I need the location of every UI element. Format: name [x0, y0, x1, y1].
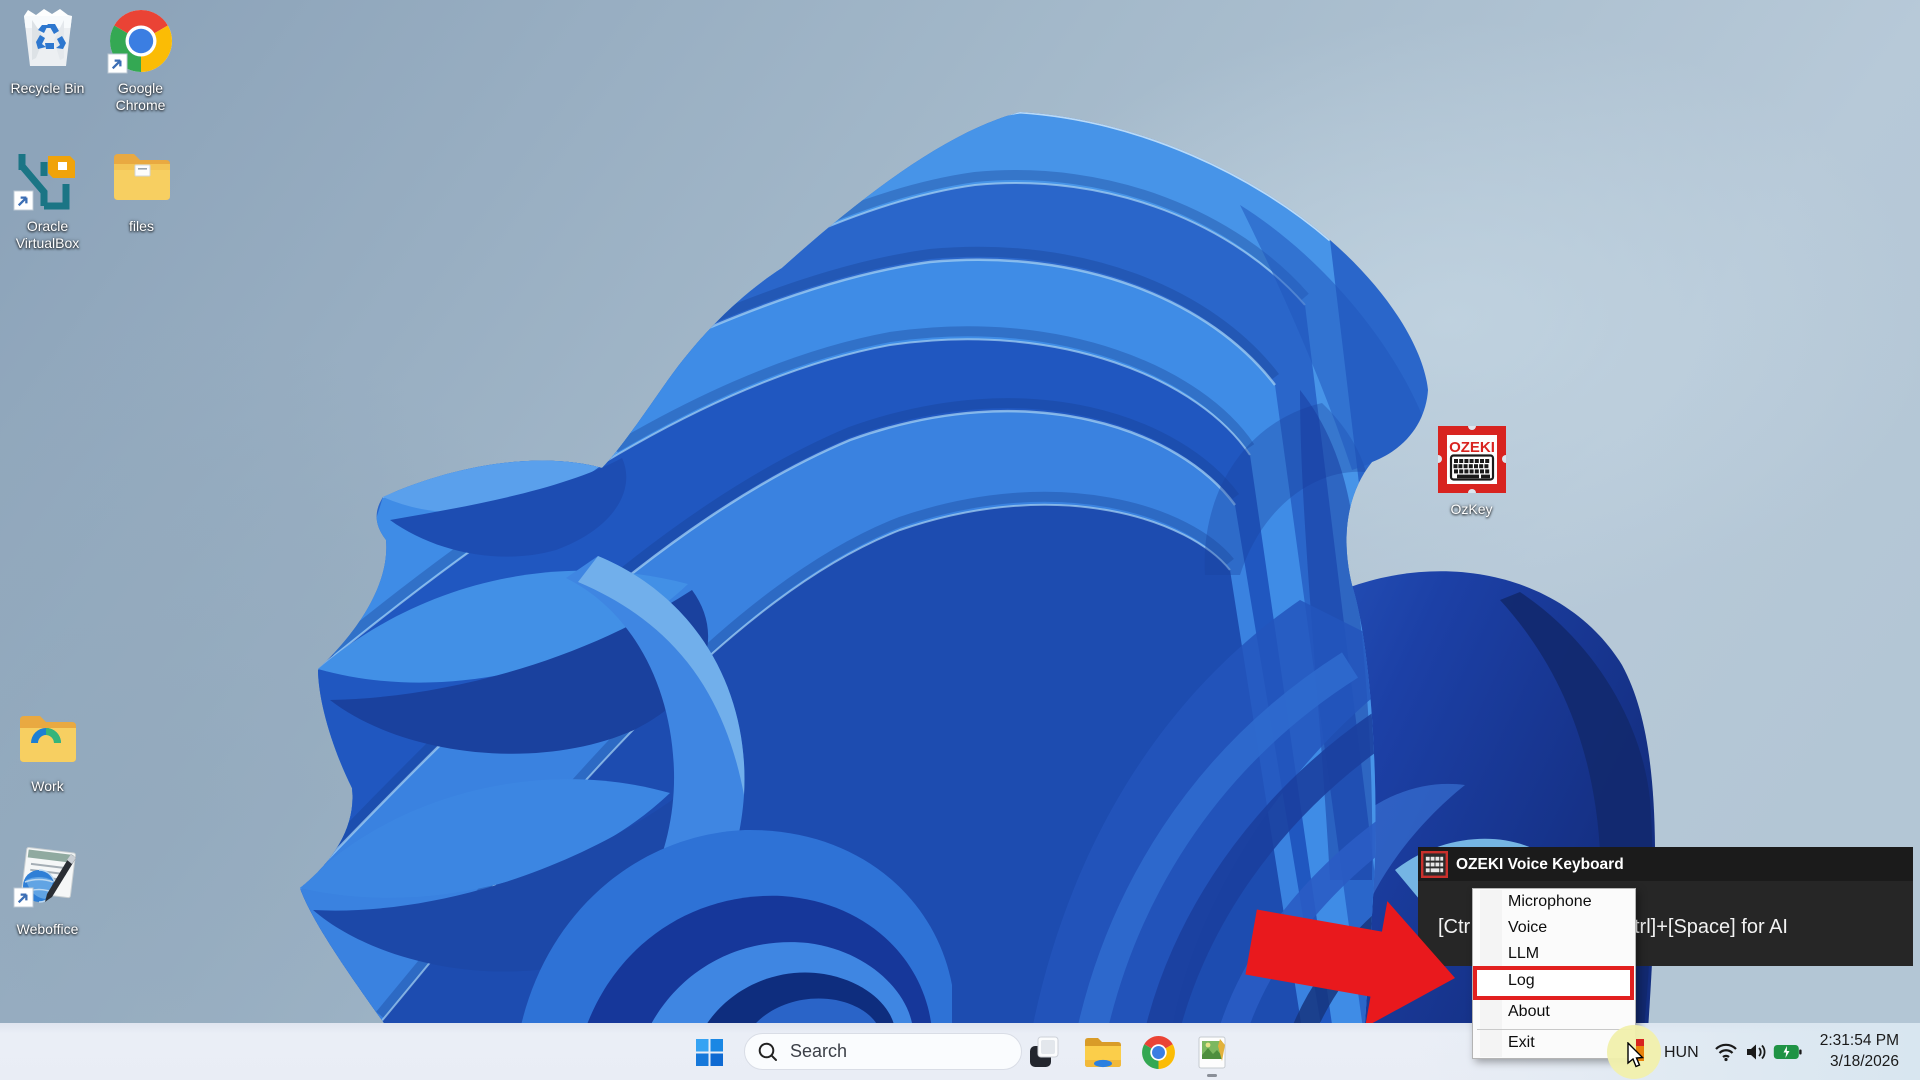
svg-text:OZEKI: OZEKI: [1449, 439, 1495, 456]
